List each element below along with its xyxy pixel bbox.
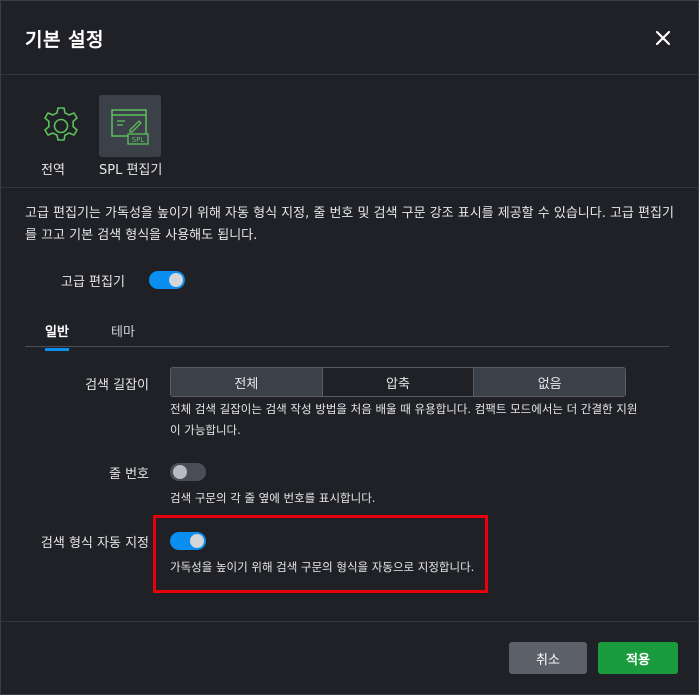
svg-text:SPL: SPL (132, 136, 145, 144)
tile-global-label: 전역 (41, 163, 65, 178)
search-assistant-option-full[interactable]: 전체 (171, 368, 322, 396)
gear-icon (44, 107, 78, 141)
toggle-knob (169, 273, 183, 287)
line-numbers-toggle[interactable] (170, 463, 206, 481)
auto-format-label: 검색 형식 자동 지정 (40, 536, 149, 551)
toggle-knob (173, 465, 187, 479)
tile-spl-editor[interactable]: SPL (99, 95, 161, 157)
dialog-title: 기본 설정 (25, 29, 105, 51)
advanced-editor-toggle[interactable] (149, 271, 185, 289)
settings-tabs: 일반 테마 (25, 317, 669, 351)
footer-divider (1, 621, 698, 622)
tab-general[interactable]: 일반 (45, 321, 69, 351)
search-assistant-label: 검색 길잡이 (85, 378, 149, 393)
cancel-button[interactable]: 취소 (509, 642, 587, 674)
advanced-editor-label: 고급 편집기 (61, 275, 125, 290)
divider (1, 187, 698, 188)
line-numbers-label: 줄 번호 (108, 467, 149, 482)
editor-description: 고급 편집기는 가독성을 높이기 위해 자동 형식 지정, 줄 번호 및 검색 … (25, 206, 674, 243)
close-button[interactable] (652, 27, 674, 49)
preferences-dialog: 기본 설정 전역 SPL SPL 편집기 고급 편집기는 가독성을 높이기 위해… (0, 0, 699, 695)
tab-theme[interactable]: 테마 (111, 321, 135, 348)
search-assistant-option-compact[interactable]: 압축 (321, 368, 475, 396)
search-assistant-help: 전체 검색 길잡이는 검색 작성 방법을 처음 배울 때 유용합니다. 컴팩트 … (170, 402, 638, 437)
tile-spl-editor-label: SPL 편집기 (99, 163, 163, 178)
tile-global[interactable] (30, 95, 92, 157)
line-numbers-help: 검색 구문의 각 줄 옆에 번호를 표시합니다. (170, 491, 376, 505)
apply-button[interactable]: 적용 (598, 642, 678, 674)
highlight-box (153, 515, 488, 593)
close-icon (655, 30, 671, 46)
search-assistant-option-none[interactable]: 없음 (474, 368, 625, 396)
spl-editor-icon: SPL (111, 109, 149, 145)
search-assistant-segmented-control: 전체 압축 없음 (170, 367, 626, 397)
dialog-header: 기본 설정 (1, 1, 698, 75)
